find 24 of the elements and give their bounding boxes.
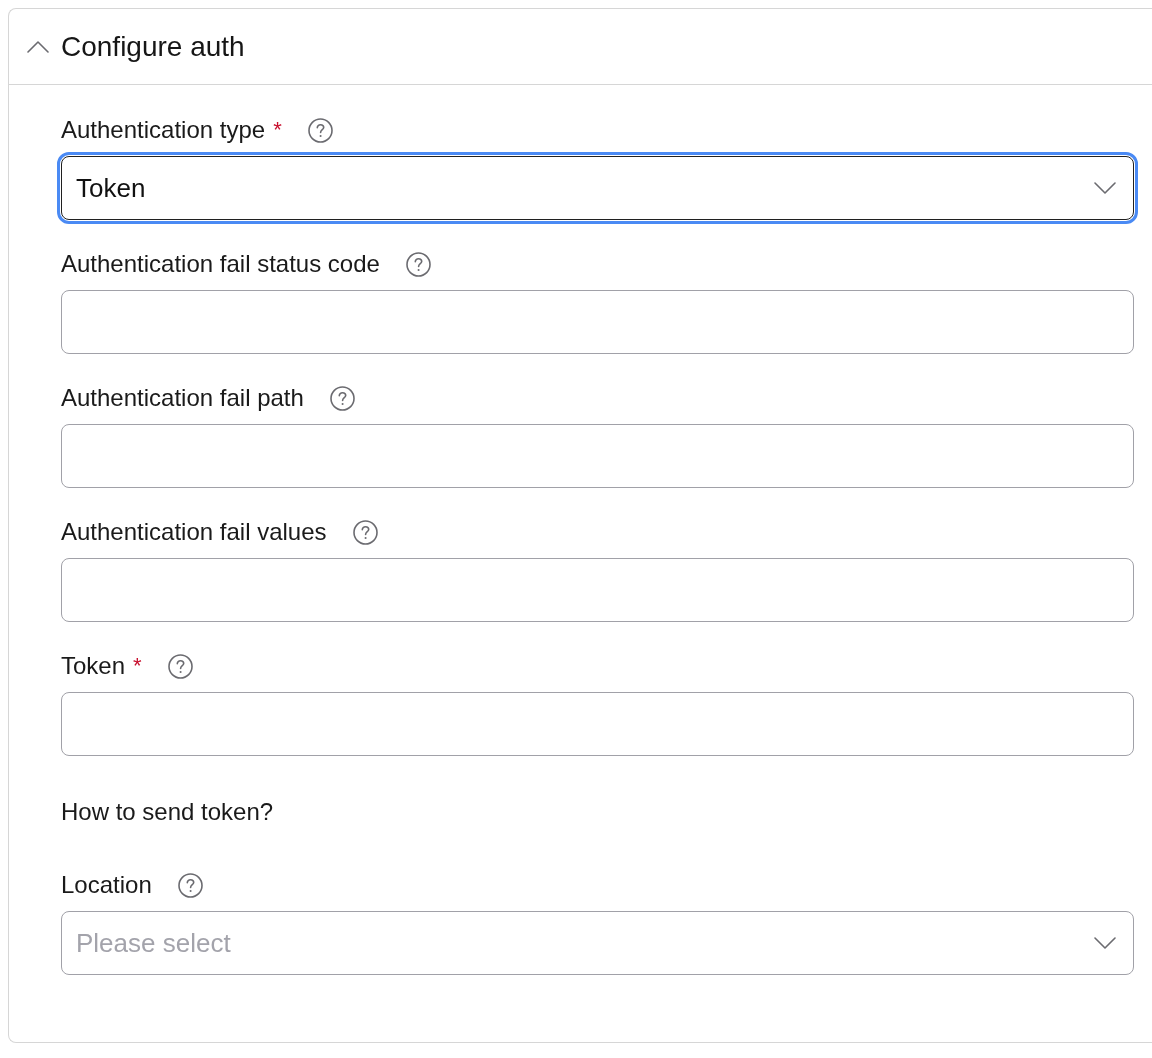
field-label: Authentication fail path (61, 386, 304, 410)
help-icon[interactable] (177, 872, 203, 898)
chevron-down-icon (1094, 937, 1116, 949)
help-icon[interactable] (307, 117, 333, 143)
required-asterisk: * (133, 654, 142, 678)
chevron-up-icon (27, 40, 49, 53)
help-icon[interactable] (329, 385, 355, 411)
input-field[interactable] (61, 424, 1134, 488)
chevron-down-icon (1094, 182, 1116, 194)
section-title: Configure auth (61, 30, 245, 63)
section-note: How to send token? (61, 800, 274, 824)
field-label: Location (61, 873, 152, 897)
field-label: Authentication fail values (61, 520, 327, 544)
help-icon[interactable] (405, 251, 431, 277)
field-label: Authentication fail status code (61, 252, 380, 276)
input-field[interactable] (61, 290, 1134, 354)
select-field[interactable]: Token (57, 152, 1138, 224)
field-label: Authentication type (61, 118, 266, 142)
help-icon[interactable] (352, 519, 378, 545)
field-label: Token (61, 654, 126, 678)
help-icon[interactable] (167, 653, 193, 679)
required-asterisk: * (273, 118, 282, 142)
input-field[interactable] (61, 558, 1134, 622)
input-field[interactable] (61, 692, 1134, 756)
